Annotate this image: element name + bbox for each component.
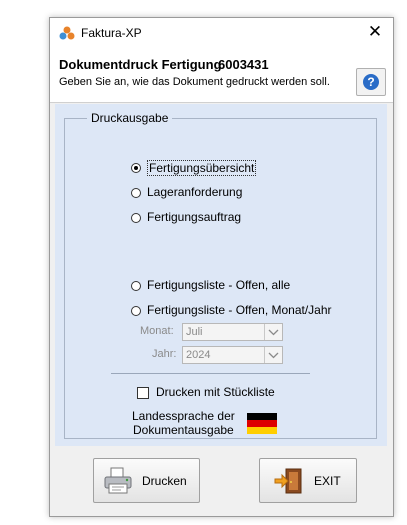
language-label: Landessprache der Dokumentausgabe [132, 409, 235, 437]
radio-dot [131, 306, 141, 316]
group-legend: Druckausgabe [87, 111, 173, 125]
exit-door-icon [274, 468, 302, 494]
stueckliste-checkbox[interactable] [137, 387, 149, 399]
document-number: 6003431 [218, 57, 269, 72]
month-label: Monat: [140, 325, 174, 337]
stueckliste-label: Drucken mit Stückliste [156, 385, 275, 399]
print-button-label: Drucken [142, 474, 187, 488]
printer-icon [104, 467, 132, 494]
title-bar: Faktura-XP ✕ [50, 18, 393, 48]
close-icon[interactable]: ✕ [365, 22, 385, 42]
help-icon: ? [363, 74, 379, 90]
month-select[interactable]: Juli [182, 323, 283, 341]
print-output-group: Druckausgabe Fertigungsübersicht Lageran… [64, 111, 377, 439]
radio-label: Fertigungsübersicht [147, 160, 257, 176]
year-label: Jahr: [152, 348, 177, 360]
language-label-line2: Dokumentausgabe [133, 423, 234, 437]
page-title: Dokumentdruck Fertigung [59, 57, 222, 72]
chevron-down-icon [264, 347, 279, 363]
language-label-line1: Landessprache der [132, 409, 235, 423]
year-value: 2024 [186, 349, 211, 361]
page-subtitle: Geben Sie an, wie das Dokument gedruckt … [59, 76, 330, 88]
help-button[interactable]: ? [356, 68, 386, 96]
chevron-down-icon [264, 324, 279, 340]
radio-dot [131, 281, 141, 291]
exit-button[interactable]: EXIT [259, 458, 357, 503]
dialog-header: Dokumentdruck Fertigung 6003431 Geben Si… [50, 48, 393, 103]
radio-dot [131, 213, 141, 223]
month-value: Juli [186, 326, 203, 338]
radio-label: Lageranforderung [147, 185, 243, 199]
app-logo-icon [59, 26, 75, 40]
radio-label: Fertigungsliste - Offen, Monat/Jahr [147, 303, 332, 317]
options-panel: Druckausgabe Fertigungsübersicht Lageran… [55, 104, 387, 446]
exit-button-label: EXIT [314, 474, 341, 488]
radio-label: Fertigungsliste - Offen, alle [147, 278, 291, 292]
radio-dot [131, 188, 141, 198]
flag-germany-icon[interactable] [247, 413, 277, 434]
radio-dot [131, 163, 141, 173]
radio-label: Fertigungsauftrag [147, 210, 242, 224]
window-title: Faktura-XP [81, 26, 142, 40]
year-select[interactable]: 2024 [182, 346, 283, 364]
dialog-window: Faktura-XP ✕ Dokumentdruck Fertigung 600… [49, 17, 394, 517]
divider [111, 373, 310, 374]
print-button[interactable]: Drucken [93, 458, 200, 503]
